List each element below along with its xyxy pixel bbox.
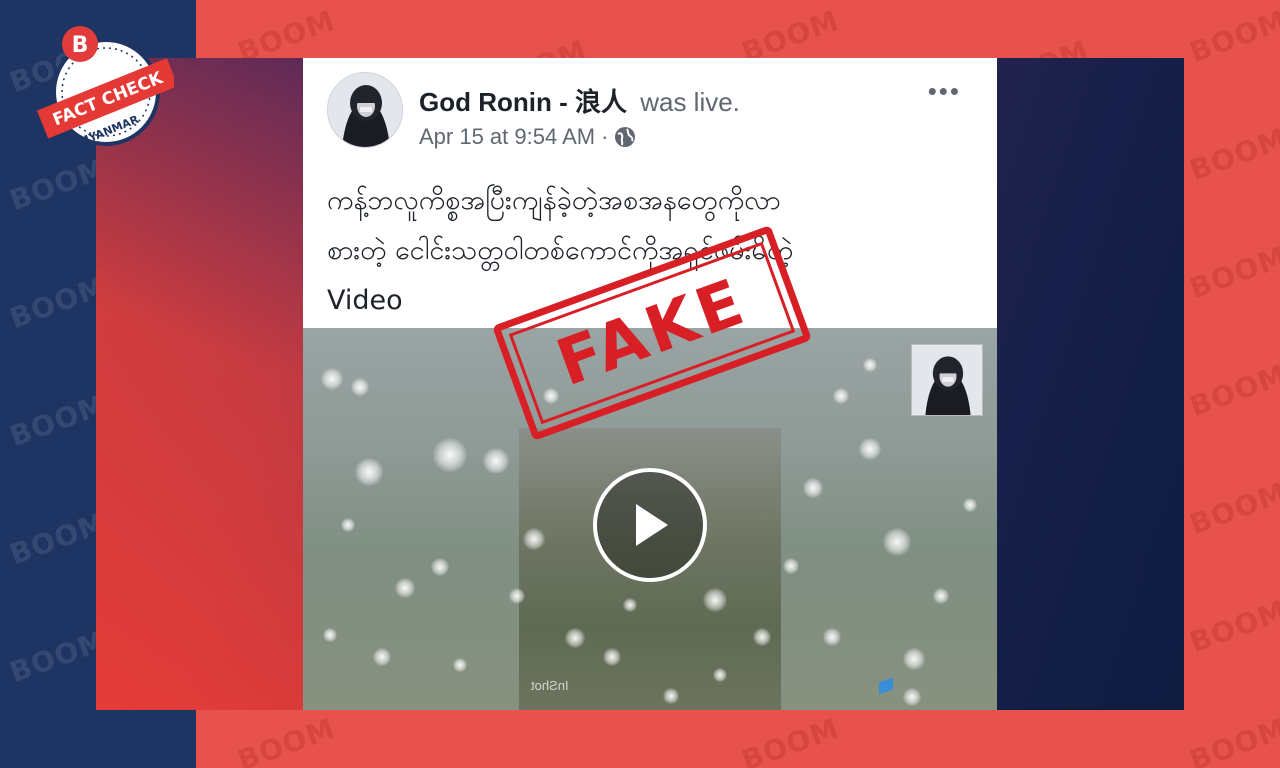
hooded-figure-icon xyxy=(912,345,982,415)
author-avatar[interactable] xyxy=(327,72,403,148)
sparkle xyxy=(509,588,525,604)
sparkle xyxy=(883,528,911,556)
sparkle xyxy=(395,578,415,598)
sparkle xyxy=(323,628,337,642)
author-line: God Ronin - 浪人 was live. xyxy=(419,82,740,119)
sparkle xyxy=(903,688,921,706)
globe-icon xyxy=(614,126,636,148)
sparkle xyxy=(753,628,771,646)
sparkle xyxy=(433,438,467,472)
sparkle xyxy=(663,688,679,704)
sparkle xyxy=(623,598,637,612)
sparkle xyxy=(453,658,467,672)
boom-watermark: BOOM xyxy=(1185,475,1280,542)
play-icon xyxy=(636,504,668,546)
sparkle xyxy=(483,448,509,474)
sparkle xyxy=(355,458,383,486)
sparkle xyxy=(963,498,977,512)
sparkle xyxy=(833,388,849,404)
sparkle xyxy=(903,648,925,670)
post-meta: Apr 15 at 9:54 AM · xyxy=(419,124,636,150)
sparkle xyxy=(803,478,823,498)
svg-text:B: B xyxy=(72,33,89,58)
author-action: was live. xyxy=(640,87,740,117)
boom-watermark: BOOM xyxy=(233,711,340,768)
boom-watermark: BOOM xyxy=(737,711,844,768)
boom-watermark: BOOM xyxy=(1185,239,1280,306)
boom-watermark: BOOM xyxy=(1185,711,1280,768)
video-avatar-thumbnail xyxy=(911,344,983,416)
post-header: God Ronin - 浪人 was live. Apr 15 at 9:54 … xyxy=(303,58,997,158)
post-text-line: ကန့်ဘလူကိစ္စအပြီးကျန်ခဲ့တဲ့အစအနတွေကိုလာ xyxy=(327,185,781,216)
sparkle xyxy=(351,378,369,396)
sparkle xyxy=(713,668,727,682)
boom-watermark: BOOM xyxy=(1185,121,1280,188)
sparkle xyxy=(321,368,343,390)
fact-check-badge-icon: B FACT CHECK MYANMAR xyxy=(36,26,179,149)
author-name[interactable]: God Ronin - 浪人 xyxy=(419,87,627,117)
sparkle xyxy=(783,558,799,574)
sparkle xyxy=(431,558,449,576)
hooded-figure-icon xyxy=(328,73,402,147)
sparkle xyxy=(603,648,621,666)
boom-watermark: BOOM xyxy=(1185,593,1280,660)
sparkle xyxy=(341,518,355,532)
meta-separator: · xyxy=(601,124,609,149)
play-button[interactable] xyxy=(593,468,707,582)
post-timestamp[interactable]: Apr 15 at 9:54 AM xyxy=(419,124,595,150)
sparkle xyxy=(523,528,545,550)
sparkle xyxy=(565,628,585,648)
video-corner-icon xyxy=(879,677,893,695)
sparkle xyxy=(863,358,877,372)
sparkle xyxy=(373,648,391,666)
boom-watermark: BOOM xyxy=(1185,357,1280,424)
sparkle xyxy=(859,438,881,460)
video-watermark-text: InShot xyxy=(531,678,569,693)
sparkle xyxy=(823,628,841,646)
sparkle xyxy=(703,588,727,612)
fact-check-logo: B FACT CHECK MYANMAR xyxy=(24,12,179,162)
boom-watermark: BOOM xyxy=(1185,3,1280,70)
more-options-icon[interactable]: ••• xyxy=(928,76,961,107)
sparkle xyxy=(933,588,949,604)
